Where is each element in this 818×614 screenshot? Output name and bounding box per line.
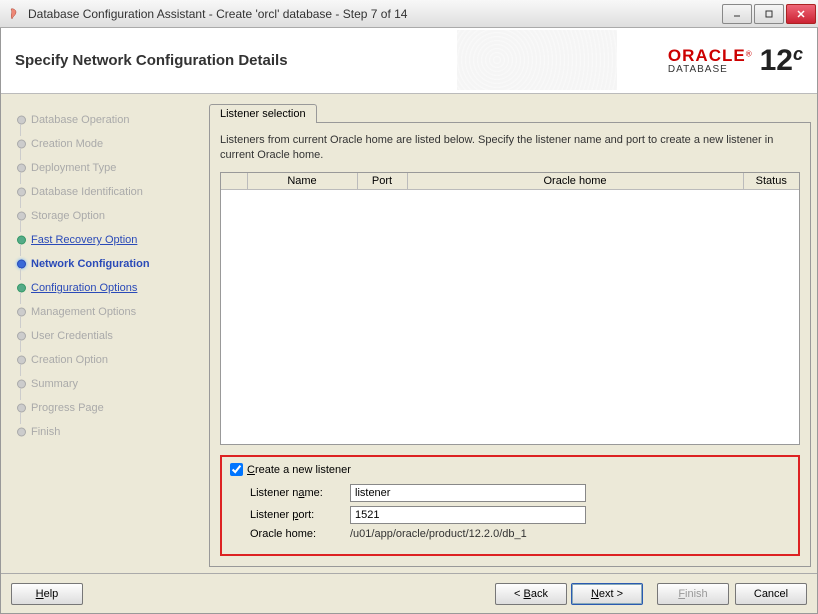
step-deployment-type: Deployment Type bbox=[11, 156, 199, 180]
oracle-logo: ORACLE® DATABASE 12c bbox=[668, 44, 803, 78]
next-button[interactable]: Next > bbox=[571, 583, 643, 605]
oracle-home-value: /u01/app/oracle/product/12.2.0/db_1 bbox=[350, 528, 527, 540]
wizard-steps-sidebar: Database OperationCreation ModeDeploymen… bbox=[7, 100, 203, 567]
page-title: Specify Network Configuration Details bbox=[15, 52, 668, 69]
minimize-button[interactable] bbox=[722, 4, 752, 24]
help-button[interactable]: Help bbox=[11, 583, 83, 605]
create-listener-checkbox[interactable] bbox=[230, 463, 243, 476]
main-panel: Listener selection Listeners from curren… bbox=[209, 100, 811, 567]
col-port: Port bbox=[357, 173, 407, 190]
step-summary: Summary bbox=[11, 372, 199, 396]
oracle-home-label: Oracle home: bbox=[250, 528, 350, 540]
col-name: Name bbox=[247, 173, 357, 190]
back-button[interactable]: < Back bbox=[495, 583, 567, 605]
step-database-operation: Database Operation bbox=[11, 108, 199, 132]
maximize-button[interactable] bbox=[754, 4, 784, 24]
close-button[interactable] bbox=[786, 4, 816, 24]
description-text: Listeners from current Oracle home are l… bbox=[220, 133, 800, 164]
step-progress-page: Progress Page bbox=[11, 396, 199, 420]
col-check bbox=[221, 173, 247, 190]
step-fast-recovery-option[interactable]: Fast Recovery Option bbox=[11, 228, 199, 252]
col-status: Status bbox=[743, 173, 799, 190]
titlebar: Database Configuration Assistant - Creat… bbox=[0, 0, 818, 28]
step-management-options: Management Options bbox=[11, 300, 199, 324]
create-listener-label: Create a new listener bbox=[247, 464, 351, 476]
listener-port-input[interactable] bbox=[350, 506, 586, 524]
step-user-credentials: User Credentials bbox=[11, 324, 199, 348]
step-database-identification: Database Identification bbox=[11, 180, 199, 204]
page-header: Specify Network Configuration Details OR… bbox=[1, 28, 817, 94]
step-network-configuration[interactable]: Network Configuration bbox=[11, 252, 199, 276]
create-listener-section: Create a new listener Listener name: Lis… bbox=[220, 455, 800, 556]
finish-button: Finish bbox=[657, 583, 729, 605]
listener-port-label: Listener port: bbox=[250, 509, 350, 521]
step-creation-option: Creation Option bbox=[11, 348, 199, 372]
step-finish: Finish bbox=[11, 420, 199, 444]
step-creation-mode: Creation Mode bbox=[11, 132, 199, 156]
footer: Help < Back Next > Finish Cancel bbox=[1, 573, 817, 613]
listener-table[interactable]: Name Port Oracle home Status bbox=[220, 172, 800, 445]
window-title: Database Configuration Assistant - Creat… bbox=[28, 7, 720, 21]
cancel-button[interactable]: Cancel bbox=[735, 583, 807, 605]
tab-pane: Listeners from current Oracle home are l… bbox=[209, 122, 811, 567]
tab-listener-selection[interactable]: Listener selection bbox=[209, 104, 317, 123]
app-icon bbox=[6, 6, 22, 22]
step-configuration-options[interactable]: Configuration Options bbox=[11, 276, 199, 300]
step-storage-option: Storage Option bbox=[11, 204, 199, 228]
col-home: Oracle home bbox=[407, 173, 743, 190]
listener-name-label: Listener name: bbox=[250, 487, 350, 499]
listener-name-input[interactable] bbox=[350, 484, 586, 502]
